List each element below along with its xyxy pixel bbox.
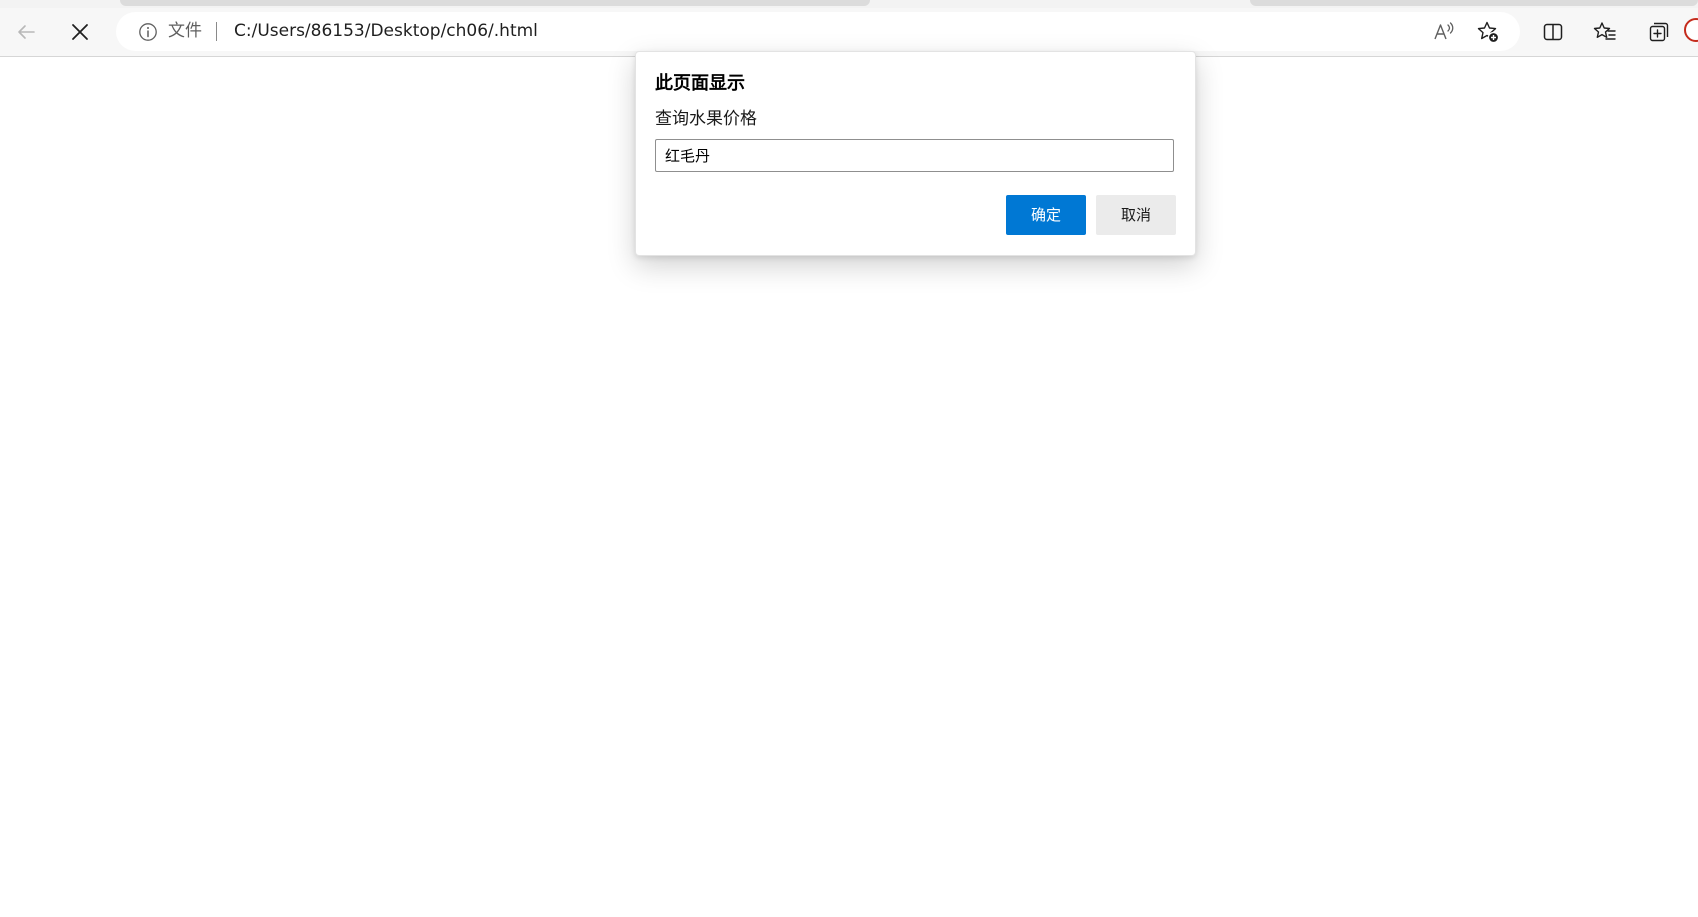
cancel-button[interactable]: 取消: [1096, 195, 1176, 235]
browser-window: 文件 C:/Users/86153/Desktop/ch06/.html 此页面…: [0, 0, 1698, 917]
tab-inactive[interactable]: [120, 0, 870, 6]
dialog-message: 查询水果价格: [655, 109, 757, 129]
prompt-input[interactable]: [655, 139, 1174, 172]
ok-button[interactable]: 确定: [1006, 195, 1086, 235]
scheme-label: 文件: [168, 21, 202, 41]
address-separator: [216, 22, 217, 41]
tab-inactive[interactable]: [1250, 0, 1698, 6]
collections-icon[interactable]: [1641, 14, 1677, 50]
close-icon[interactable]: [62, 14, 98, 50]
url-text[interactable]: C:/Users/86153/Desktop/ch06/.html: [234, 21, 538, 42]
browser-toolbar: 文件 C:/Users/86153/Desktop/ch06/.html: [0, 8, 1698, 57]
info-icon[interactable]: [138, 22, 158, 42]
tab-strip: [0, 0, 1698, 8]
dialog-title: 此页面显示: [655, 73, 745, 94]
favorites-icon[interactable]: [1587, 14, 1623, 50]
split-screen-icon[interactable]: [1535, 14, 1571, 50]
read-aloud-icon[interactable]: [1432, 20, 1456, 44]
add-favorite-icon[interactable]: [1476, 20, 1500, 44]
back-arrow-icon[interactable]: [8, 14, 44, 50]
profile-icon[interactable]: [1684, 18, 1698, 42]
address-bar[interactable]: 文件 C:/Users/86153/Desktop/ch06/.html: [116, 12, 1520, 51]
prompt-dialog: 此页面显示 查询水果价格 确定 取消: [635, 51, 1196, 256]
